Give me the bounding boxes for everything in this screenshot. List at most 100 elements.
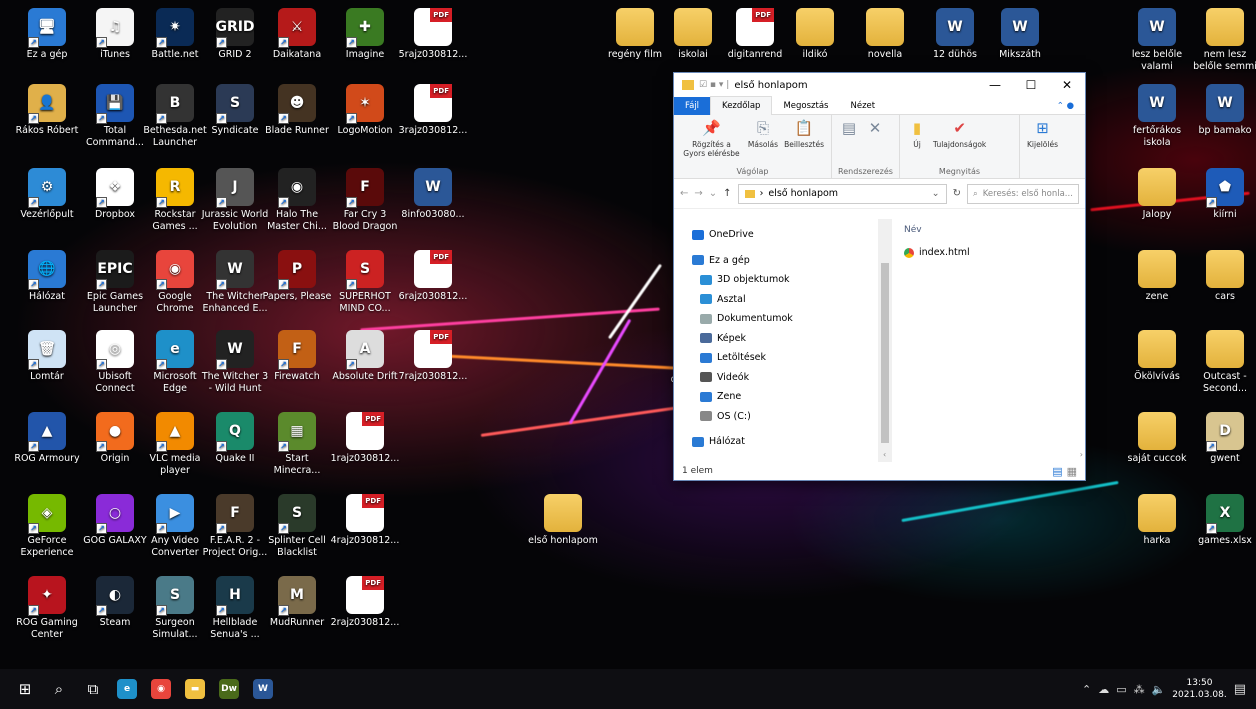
nav-item[interactable]: Videók (674, 368, 892, 388)
address-bar[interactable]: › első honlapom ⌄ (737, 183, 947, 204)
chevron-left-icon[interactable]: ‹ (883, 450, 886, 462)
desktop-icon[interactable]: 🗑 ↗ Lomtár (12, 330, 82, 383)
desktop-icon[interactable]: cars (1190, 250, 1256, 303)
desktop-icon[interactable]: ⚔ ↗ Daikatana (262, 8, 332, 61)
desktop-icon[interactable]: ⚙ ↗ Vezérlőpult (12, 168, 82, 221)
title-bar[interactable]: ☑ ▪ ▾ | első honlapom — ☐ ✕ (674, 73, 1085, 97)
desktop-icon[interactable]: J ↗ Jurassic World Evolution (200, 168, 270, 233)
tab-share[interactable]: Megosztás (772, 97, 839, 115)
desktop-icon[interactable]: 6rajz030812... (398, 250, 468, 303)
nav-item[interactable]: Ez a gép (674, 251, 892, 271)
nav-item[interactable]: Dokumentumok (674, 309, 892, 329)
desktop-icon[interactable]: W Mikszáth (985, 8, 1055, 61)
desktop-icon[interactable]: ☻ ↗ Blade Runner (262, 84, 332, 137)
quick-access-toolbar[interactable]: ☑ ▪ ▾ | (699, 80, 729, 90)
nav-item[interactable]: Hálózat (674, 432, 892, 452)
nav-item[interactable]: Képek (674, 329, 892, 349)
desktop-icon[interactable]: H ↗ Hellblade Senua's ... (200, 576, 270, 641)
desktop-icon[interactable]: iskolai (658, 8, 728, 61)
desktop-icon[interactable]: GRID ↗ GRID 2 (200, 8, 270, 61)
onedrive-icon[interactable]: ☁ (1098, 683, 1109, 696)
nav-scrollbar[interactable] (878, 219, 892, 462)
volume-icon[interactable]: 🔈 (1152, 683, 1166, 696)
desktop-icon[interactable]: ◉ ↗ Halo The Master Chi... (262, 168, 332, 233)
desktop-icon[interactable]: novella (850, 8, 920, 61)
desktop-icon[interactable]: ildikó (780, 8, 850, 61)
tab-file[interactable]: Fájl (674, 96, 711, 115)
desktop-icon[interactable]: 🖥 ↗ Ez a gép (12, 8, 82, 61)
taskbar-file-explorer-button[interactable]: ▬ (178, 669, 212, 709)
taskbar-task-view-button[interactable]: ⧉ (76, 669, 110, 709)
desktop-icon[interactable]: W 8info03080... (398, 168, 468, 221)
desktop-icon[interactable]: P ↗ Papers, Please (262, 250, 332, 303)
desktop-icon[interactable]: 5rajz030812... (398, 8, 468, 61)
desktop-icon[interactable]: Wfertőrákos iskola (1122, 84, 1192, 149)
file-explorer-window[interactable]: ☑ ▪ ▾ | első honlapom — ☐ ✕ Fájl Kezdőla… (673, 72, 1086, 481)
taskbar-word-button[interactable]: W (246, 669, 280, 709)
taskbar-dreamweaver-button[interactable]: Dw (212, 669, 246, 709)
desktop-icon[interactable]: S ↗ SUPERHOT MIND CO... (330, 250, 400, 315)
desktop-icon[interactable]: 2rajz030812... (330, 576, 400, 629)
file-item[interactable]: index.html (904, 247, 1073, 258)
desktop-icon[interactable]: harka (1122, 494, 1192, 547)
select-button[interactable]: ⊞ Kijelölés (1027, 118, 1058, 175)
desktop-icon[interactable]: F ↗ Far Cry 3 Blood Dragon (330, 168, 400, 233)
nav-item[interactable]: Letöltések (674, 348, 892, 368)
tab-view[interactable]: Nézet (839, 97, 886, 115)
desktop-icon[interactable]: ▲ ↗ ROG Armoury (12, 412, 82, 465)
nav-item[interactable]: Asztal (674, 290, 892, 310)
desktop-icon[interactable]: F ↗ F.E.A.R. 2 - Project Orig... (200, 494, 270, 559)
desktop-icon[interactable]: 👤 ↗ Rákos Róbert (12, 84, 82, 137)
chevron-right-icon[interactable]: › (1080, 450, 1083, 462)
desktop-icon[interactable]: Q ↗ Quake II (200, 412, 270, 465)
desktop-icon[interactable]: 1rajz030812... (330, 412, 400, 465)
desktop-icon[interactable]: ✦ ↗ ROG Gaming Center (12, 576, 82, 641)
taskbar-start-button[interactable]: ⊞ (8, 669, 42, 709)
column-header-name[interactable]: Név (904, 225, 1073, 235)
desktop-icon[interactable]: Jalopy (1122, 168, 1192, 221)
taskbar-edge-button[interactable]: e (110, 669, 144, 709)
desktop-icon[interactable]: 4rajz030812... (330, 494, 400, 547)
desktop-icon[interactable]: ◈ ↗ GeForce Experience (12, 494, 82, 559)
desktop-icon[interactable]: saját cuccok (1122, 412, 1192, 465)
desktop-icon[interactable]: D ↗ gwent (1190, 412, 1256, 465)
recent-icon[interactable]: ⌄ (709, 188, 717, 199)
nav-item[interactable]: OneDrive (674, 225, 892, 245)
nav-item[interactable]: Zene (674, 387, 892, 407)
desktop-icon[interactable]: Wlesz belőle valami (1122, 8, 1192, 73)
desktop-icon[interactable]: Ökölvívás (1122, 330, 1192, 383)
tab-home[interactable]: Kezdőlap (710, 96, 773, 115)
desktop-icon[interactable]: Wbp bamako (1190, 84, 1256, 137)
network-icon[interactable]: ⁂ (1134, 683, 1145, 696)
details-view-icon[interactable]: ▤ (1052, 465, 1062, 478)
up-icon[interactable]: ↑ (723, 188, 731, 199)
desktop-icon[interactable]: M ↗ MudRunner (262, 576, 332, 629)
clock[interactable]: 13:50 2021.03.08. (1172, 677, 1226, 701)
breadcrumb[interactable]: első honlapom (768, 188, 838, 199)
search-input[interactable]: ⌕ Keresés: első honla... (967, 183, 1079, 204)
desktop-icon[interactable]: W ↗ The Witcher 3 - Wild Hunt (200, 330, 270, 395)
nav-item[interactable]: 3D objektumok (674, 270, 892, 290)
back-icon[interactable]: ← (680, 188, 688, 199)
desktop-icon[interactable]: F ↗ Firewatch (262, 330, 332, 383)
desktop-icon[interactable]: ▦ ↗ Start Minecra... (262, 412, 332, 477)
desktop-icon[interactable]: ✶ ↗ LogoMotion (330, 84, 400, 137)
desktop-icon[interactable]: W ↗ The Witcher Enhanced E... (200, 250, 270, 315)
help-icon[interactable]: ⌃ ● (1046, 97, 1085, 115)
desktop-icon[interactable]: Outcast - Second... (1190, 330, 1256, 395)
desktop-icon[interactable]: W 12 dühös (920, 8, 990, 61)
desktop-icon[interactable]: nem lesz belőle semmi (1190, 8, 1256, 73)
desktop-icon[interactable]: X ↗ games.xlsx (1190, 494, 1256, 547)
taskbar-search-button[interactable]: ⌕ (42, 669, 76, 709)
desktop-icon[interactable]: S ↗ Syndicate (200, 84, 270, 137)
desktop-icon[interactable]: ⬟ ↗ kiírni (1190, 168, 1256, 221)
desktop-icon[interactable]: első honlapom (528, 494, 598, 547)
minimize-button[interactable]: — (977, 73, 1013, 97)
large-icons-view-icon[interactable]: ▦ (1067, 465, 1077, 478)
desktop-icon[interactable]: ✚ ↗ Imagine (330, 8, 400, 61)
desktop-icon[interactable]: A ↗ Absolute Drift (330, 330, 400, 383)
close-button[interactable]: ✕ (1049, 73, 1085, 97)
taskbar-chrome-button[interactable]: ◉ (144, 669, 178, 709)
nav-item[interactable]: OS (C:) (674, 407, 892, 427)
scroll-thumb[interactable] (881, 263, 889, 443)
